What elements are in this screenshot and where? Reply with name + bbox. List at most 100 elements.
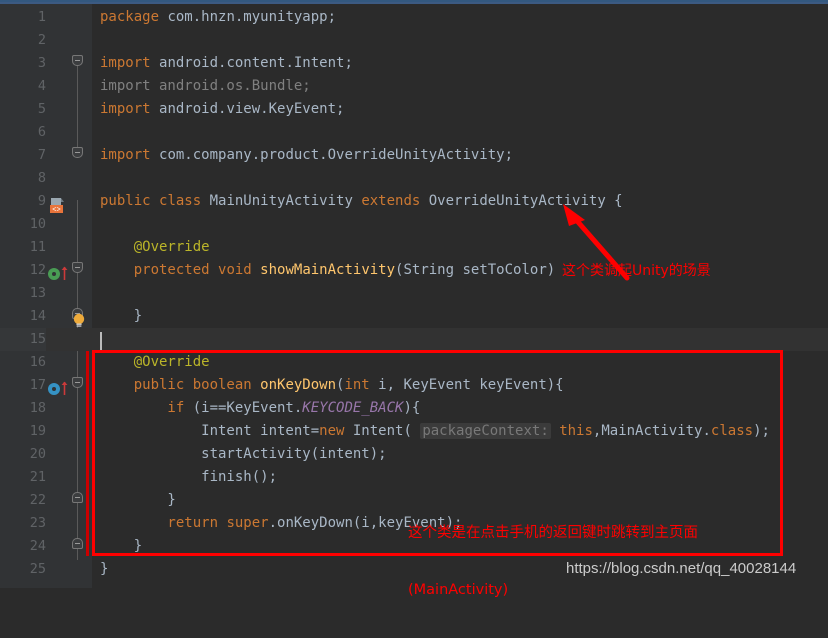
line-number: 13: [29, 285, 46, 301]
code-token: }: [100, 538, 143, 554]
code-line-text[interactable]: protected void showMainActivity(String s…: [100, 259, 555, 282]
code-token: boolean: [192, 377, 261, 393]
code-token: new: [319, 423, 353, 439]
code-token: return: [100, 515, 227, 531]
code-line-row[interactable]: 15: [0, 328, 828, 351]
code-line-text[interactable]: public class MainUnityActivity extends O…: [100, 190, 623, 213]
code-token: com.company.product.OverrideUnityActivit…: [159, 147, 514, 163]
line-number: 17: [29, 377, 46, 393]
code-token: import: [100, 147, 160, 163]
code-line-row[interactable]: 4 import android.os.Bundle;: [0, 75, 828, 98]
android-activity-class-icon[interactable]: <>: [48, 197, 65, 214]
code-line-text[interactable]: if (i==KeyEvent.KEYCODE_BACK){: [100, 397, 420, 420]
overrides-method-icon[interactable]: [48, 383, 60, 395]
line-number: 10: [29, 216, 46, 232]
code-token: onKeyDown: [260, 377, 337, 393]
overrides-icon-hole: [52, 387, 56, 391]
code-line-row[interactable]: 5 import android.view.KeyEvent;: [0, 98, 828, 121]
code-token: }: [100, 308, 143, 324]
line-number: 18: [29, 400, 46, 416]
overrides-arrow-icon[interactable]: [61, 381, 68, 396]
line-number: 16: [29, 354, 46, 370]
gutter-icons-line12[interactable]: [48, 263, 92, 286]
line-number: 3: [37, 55, 46, 71]
code-token: Intent intent=: [100, 423, 320, 439]
code-line-text[interactable]: }: [100, 305, 142, 328]
code-line-row[interactable]: 6: [0, 121, 828, 144]
code-token: packageContext:: [420, 423, 551, 439]
line-number: 1: [37, 9, 46, 25]
code-line-row[interactable]: 18 if (i==KeyEvent.KEYCODE_BACK){: [0, 397, 828, 420]
code-line-row[interactable]: 17 public boolean onKeyDown(int i, KeyEv…: [0, 374, 828, 397]
code-line-text[interactable]: startActivity(intent);: [100, 443, 386, 466]
code-line-text[interactable]: import android.view.KeyEvent;: [100, 98, 344, 121]
code-line-row[interactable]: 7 import com.company.product.OverrideUnit…: [0, 144, 828, 167]
code-token: KEYCODE_BACK: [302, 400, 404, 416]
code-line-row[interactable]: 14 }: [0, 305, 828, 328]
top-accent-inner: [0, 0, 828, 2]
code-token: );: [753, 423, 770, 439]
code-token: ,MainActivity.: [592, 423, 711, 439]
code-token: class: [710, 423, 754, 439]
code-line-row[interactable]: 8: [0, 167, 828, 190]
line-number: 15: [0, 328, 46, 351]
code-token: Intent(: [352, 423, 421, 439]
code-line-row[interactable]: 9 public class MainUnityActivity extends …: [0, 190, 828, 213]
code-token: (String setToColor): [395, 262, 556, 278]
code-line-text[interactable]: import android.content.Intent;: [100, 52, 353, 75]
text-caret: [100, 332, 102, 351]
code-line-row[interactable]: 19 Intent intent=new Intent( packageCont…: [0, 420, 828, 443]
code-token: if: [100, 400, 193, 416]
code-token: import: [100, 55, 160, 71]
code-line-text[interactable]: @Override: [100, 236, 210, 259]
code-line-row[interactable]: 3 import android.content.Intent;: [0, 52, 828, 75]
code-token: MainUnityActivity: [209, 193, 362, 209]
code-token: package: [100, 9, 168, 25]
code-line-row[interactable]: 13: [0, 282, 828, 305]
line-number: 5: [37, 101, 46, 117]
code-line-row[interactable]: 20 startActivity(intent);: [0, 443, 828, 466]
code-token: showMainActivity: [260, 262, 396, 278]
implements-arrow-icon[interactable]: [61, 266, 68, 281]
line-number: 8: [37, 170, 46, 186]
annotation-note-unity: 这个类调起Unity的场景: [562, 263, 711, 279]
code-line-row[interactable]: 2: [0, 29, 828, 52]
line-number: 4: [37, 78, 46, 94]
code-token: }: [100, 561, 109, 577]
code-line-row[interactable]: 11 @Override: [0, 236, 828, 259]
line-number: 2: [37, 32, 46, 48]
code-line-text[interactable]: Intent intent=new Intent( packageContext…: [100, 420, 770, 443]
code-line-text[interactable]: }: [100, 558, 108, 581]
line-number: 9: [37, 193, 46, 209]
implements-icon-hole: [52, 272, 56, 276]
code-token: com.hnzn.myunityapp;: [167, 9, 337, 25]
intention-lightbulb-icon[interactable]: [72, 313, 86, 328]
gutter-icons-line17[interactable]: [48, 378, 92, 401]
gutter-icons-line9[interactable]: <>: [48, 194, 92, 217]
code-line-text[interactable]: import com.company.product.OverrideUnity…: [100, 144, 513, 167]
line-number: 6: [37, 124, 46, 140]
code-line-row[interactable]: 10: [0, 213, 828, 236]
code-line-text[interactable]: }: [100, 489, 175, 512]
code-token: this: [559, 423, 593, 439]
code-token: import android.os.Bundle;: [100, 78, 311, 94]
code-line-text[interactable]: import android.os.Bundle;: [100, 75, 311, 98]
line-number: 14: [29, 308, 46, 324]
code-line-text[interactable]: finish();: [100, 466, 277, 489]
code-token: public: [100, 377, 193, 393]
code-line-text[interactable]: public boolean onKeyDown(int i, KeyEvent…: [100, 374, 564, 397]
code-token: android.content.Intent;: [159, 55, 353, 71]
code-line-row[interactable]: 1 package com.hnzn.myunityapp;: [0, 6, 828, 29]
implements-method-icon[interactable]: [48, 268, 60, 280]
code-line-text[interactable]: @Override: [100, 351, 210, 374]
code-token: @Override: [100, 239, 210, 255]
code-token: ){: [403, 400, 421, 416]
code-line-row[interactable]: 16 @Override: [0, 351, 828, 374]
code-token: super: [226, 515, 269, 531]
code-editor[interactable]: 1 package com.hnzn.myunityapp; 2 3 import an…: [0, 4, 828, 598]
watermark-url: https://blog.csdn.net/qq_40028144: [566, 560, 797, 577]
code-line-text[interactable]: }: [100, 535, 142, 558]
code-line-text[interactable]: package com.hnzn.myunityapp;: [100, 6, 336, 29]
gutter-icons-line14[interactable]: [48, 309, 92, 332]
